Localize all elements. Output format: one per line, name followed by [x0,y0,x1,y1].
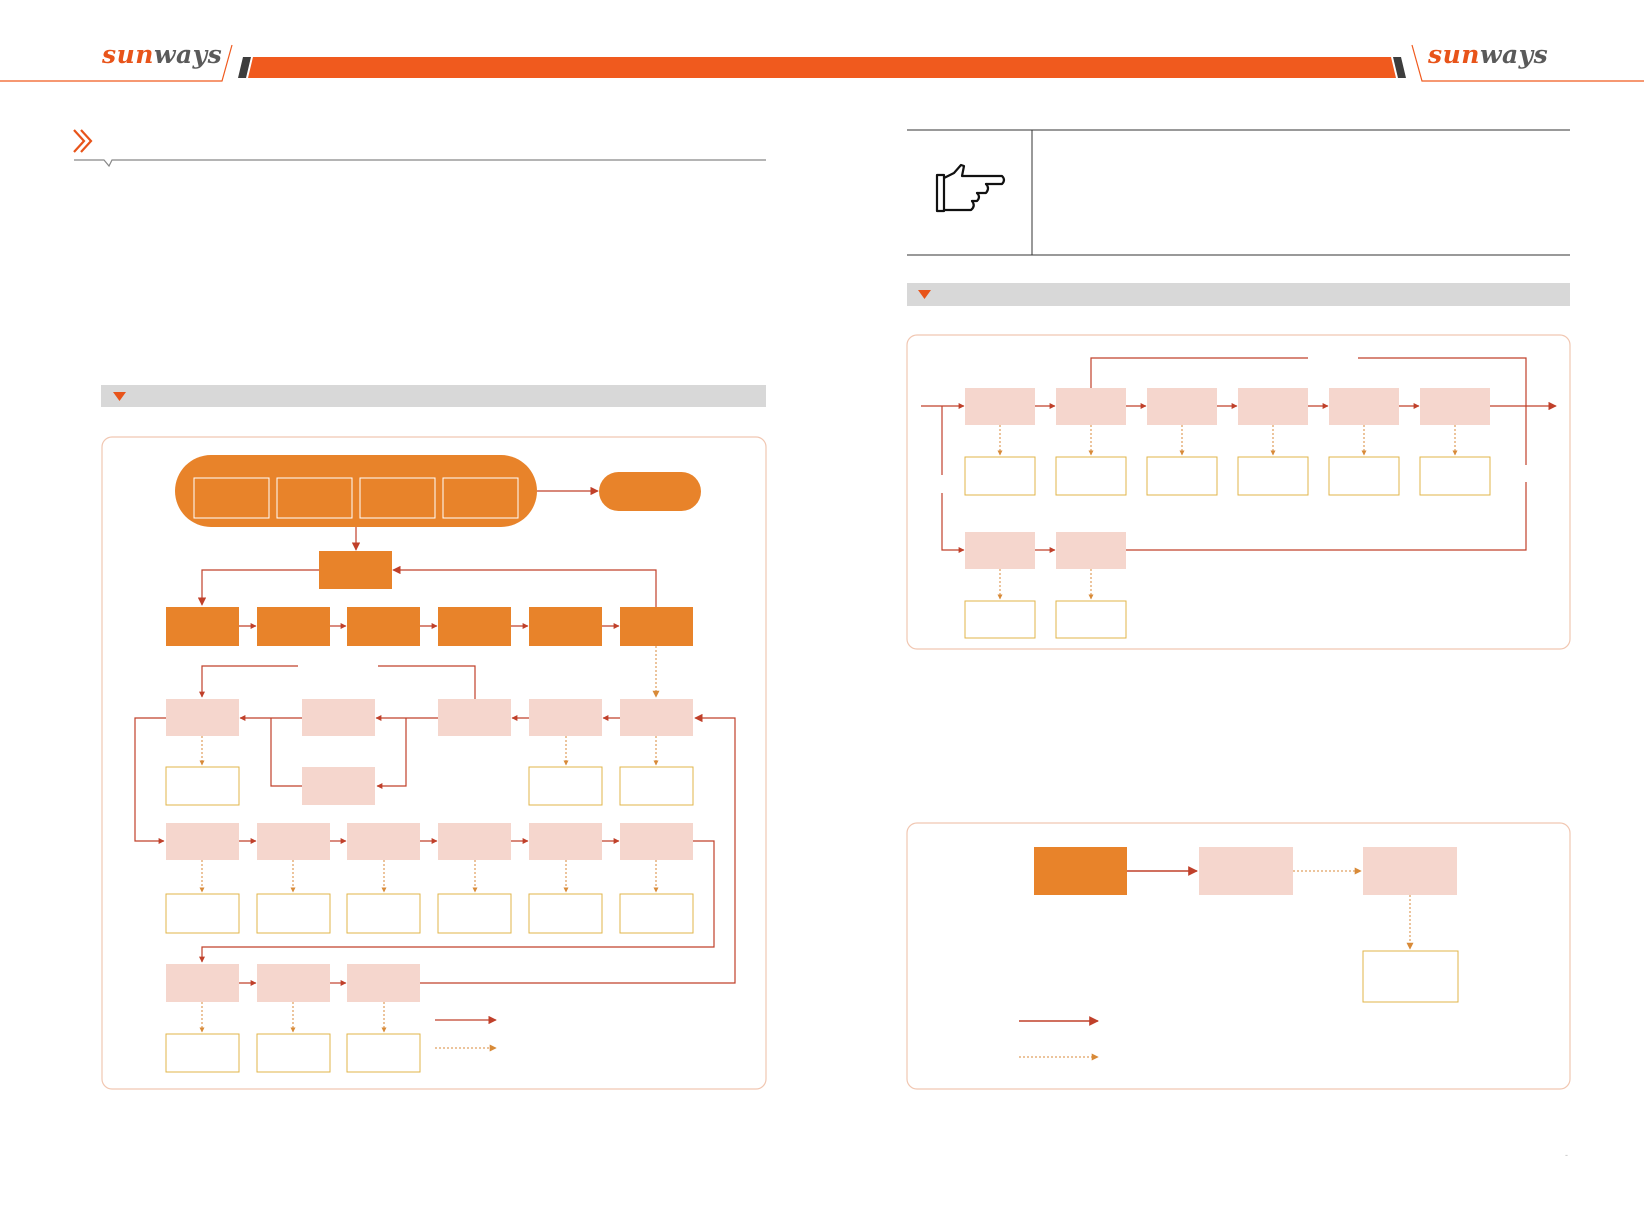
row3-output-4 [437,893,512,934]
row-4 [165,964,421,1073]
header-rule-right [1411,44,1644,82]
left-flowchart [101,436,767,1090]
row-3 [165,823,694,934]
page-artwork [0,44,1644,1090]
row3-output-6 [619,893,694,934]
central-to-row1-arrow [197,569,319,606]
row2-box-2 [302,699,375,736]
rt-row1-output-6 [1419,456,1491,496]
row3-output-3 [346,893,421,934]
row1-box-1 [166,607,239,646]
row3-box-5 [529,823,602,860]
page-header [0,44,1644,82]
rt-row1-output-2 [1055,456,1127,496]
rt-row2-output-1 [964,600,1036,639]
rt-row-2 [964,532,1127,639]
row2-sub-box [302,767,375,805]
rt-row1-output-1 [964,456,1036,496]
row4-output-3 [346,1033,421,1073]
row1-box-4 [438,607,511,646]
row3-box-2 [257,823,330,860]
rt-row1-box-4 [1238,388,1308,425]
row1-return-arrow [392,565,657,607]
row1-box-5 [529,607,602,646]
right-top-flowchart [906,334,1571,650]
rt-row1-box-2 [1056,388,1126,425]
row4-output-1 [165,1033,240,1073]
row4-box-2 [257,964,330,1002]
central-node [319,551,392,589]
right-figure-caption-bar [907,283,1570,306]
row2-box-3 [438,699,511,736]
double-chevron-right-icon [73,129,93,153]
row1-box-2 [257,607,330,646]
row3-output-5 [528,893,603,934]
legend-orange-node [1034,847,1127,895]
left-legend [435,1015,497,1052]
rt-row2-box-2 [1056,532,1126,569]
legend-pink-node-1 [1199,847,1293,895]
row-1 [166,607,693,646]
row2-output-1 [165,766,240,806]
rt-row1-output-4 [1237,456,1309,496]
rt-row1-box-1 [965,388,1035,425]
header-rule-left [0,44,233,82]
start-capsule [175,455,537,527]
row3-box-6 [620,823,693,860]
row3-box-1 [166,823,239,860]
row2-box-4 [529,699,602,736]
legend-pink-node-2 [1363,847,1457,895]
row4-box-1 [166,964,239,1002]
row4-output-2 [256,1033,331,1073]
right-legend-panel [906,822,1571,1090]
section-heading-rule [74,159,766,168]
rt-row1-output-5 [1328,456,1400,496]
row3-output-1 [165,893,240,934]
row2-output-4 [528,766,603,806]
header-orange-bar [248,57,1396,78]
left-figure-caption-bar [101,385,766,407]
rt-row-1 [964,388,1557,496]
row1-box-6 [620,607,693,646]
row2-to-row3-loop [134,717,166,844]
rt-row2-box-1 [965,532,1035,569]
row4-box-3 [347,964,420,1002]
rt-row1-box-3 [1147,388,1217,425]
rt-row1-box-6 [1420,388,1490,425]
row1-box-3 [347,607,420,646]
pointing-hand-icon [935,163,1006,213]
row2-box-1 [166,699,239,736]
row3-box-3 [347,823,420,860]
row-2 [165,665,694,806]
section-heading-marker [73,129,766,168]
row2-output-5 [619,766,694,806]
row3-box-4 [438,823,511,860]
end-capsule [599,472,701,511]
legend-output-node [1362,950,1459,1003]
page-number: - [1565,1150,1568,1160]
rt-row2-output-2 [1055,600,1127,639]
row3-output-2 [256,893,331,934]
row2-box-5 [620,699,693,736]
note-box [907,129,1570,256]
rt-row1-box-5 [1329,388,1399,425]
rt-row1-output-3 [1146,456,1218,496]
